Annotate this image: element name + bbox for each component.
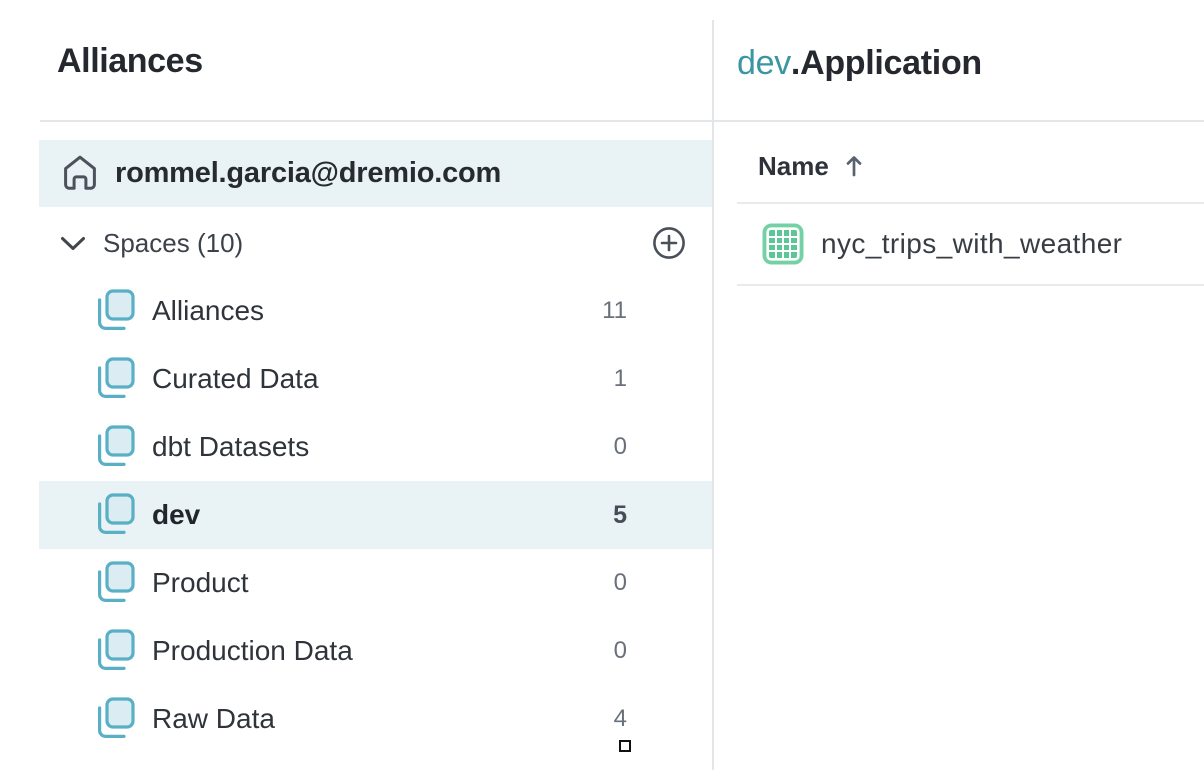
space-row-label: dev: [152, 499, 200, 531]
dataset-row-divider: [737, 284, 1204, 286]
space-row[interactable]: Curated Data 1: [39, 345, 713, 413]
space-row-count: 0: [614, 433, 627, 461]
breadcrumb-entity: Application: [800, 44, 982, 82]
space-row-label: dbt Datasets: [152, 431, 309, 463]
space-icon: [95, 697, 135, 741]
space-icon: [95, 357, 135, 401]
space-row-label: Curated Data: [152, 363, 319, 395]
home-item-label: rommel.garcia@dremio.com: [115, 157, 501, 190]
space-row[interactable]: Alliances 11: [39, 277, 713, 345]
space-row-count: 0: [614, 637, 627, 665]
space-row[interactable]: Production Data 0: [39, 617, 713, 685]
space-row[interactable]: Raw Data 4: [39, 685, 713, 753]
space-icon: [95, 289, 135, 333]
space-row[interactable]: dev 5: [39, 481, 713, 549]
space-icon: [95, 629, 135, 673]
space-icon: [95, 425, 135, 469]
breadcrumb-separator: .: [791, 44, 800, 82]
right-title-divider: [714, 120, 1204, 122]
home-icon: [61, 154, 99, 194]
space-row-label: Alliances: [152, 295, 264, 327]
dataset-name: nyc_trips_with_weather: [821, 228, 1122, 260]
left-title-divider: [40, 120, 713, 122]
caret-artifact-square: [619, 740, 631, 752]
spaces-section-header[interactable]: Spaces (10): [39, 223, 713, 263]
space-row-label: Product: [152, 567, 249, 599]
physical-dataset-table-icon: [762, 223, 804, 265]
space-icon: [95, 561, 135, 605]
space-row-count: 0: [614, 569, 627, 597]
panel-divider: [712, 20, 714, 770]
breadcrumb: dev.Application: [737, 44, 982, 83]
add-space-button[interactable]: [652, 226, 686, 260]
space-row-count: 1: [614, 365, 627, 393]
chevron-down-icon[interactable]: [60, 236, 86, 251]
space-row[interactable]: Product 0: [39, 549, 713, 617]
spaces-section-label: Spaces (10): [103, 228, 243, 259]
home-catalog-item[interactable]: rommel.garcia@dremio.com: [39, 140, 713, 207]
space-row-count: 11: [602, 297, 627, 325]
breadcrumb-space-link[interactable]: dev: [737, 44, 791, 82]
column-header-label: Name: [758, 151, 829, 182]
space-row-label: Production Data: [152, 635, 353, 667]
left-panel-title: Alliances: [57, 42, 203, 81]
column-header-name[interactable]: Name: [758, 149, 863, 183]
space-row-label: Raw Data: [152, 703, 275, 735]
space-row-count: 4: [614, 705, 627, 733]
space-row-count: 5: [613, 501, 627, 530]
space-row[interactable]: dbt Datasets 0: [39, 413, 713, 481]
arrow-up-icon: [845, 154, 863, 178]
spaces-list: Alliances 11 Curated Data 1 dbt Datasets…: [39, 277, 713, 753]
space-icon: [95, 493, 135, 537]
dataset-row[interactable]: nyc_trips_with_weather: [737, 204, 1204, 284]
